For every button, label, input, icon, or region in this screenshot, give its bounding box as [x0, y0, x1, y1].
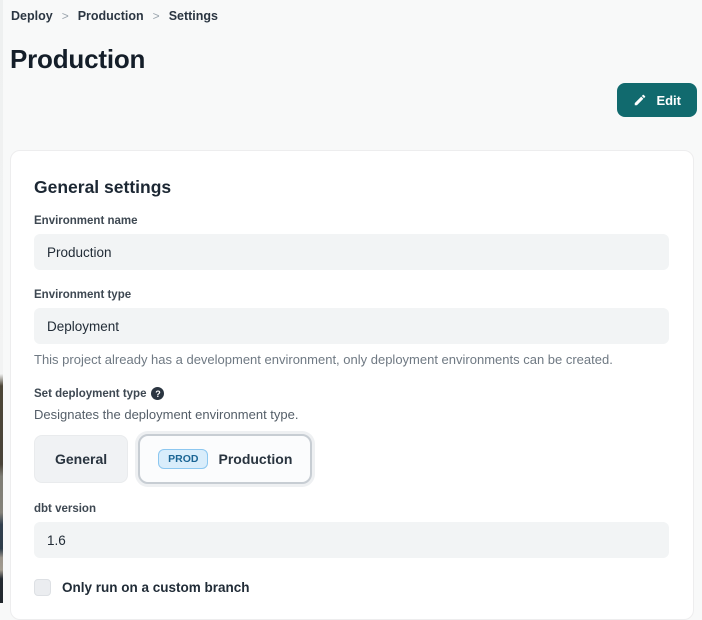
deployment-type-option-production[interactable]: PROD Production	[138, 434, 312, 484]
deployment-type-label-row: Set deployment type ?	[34, 387, 669, 400]
deployment-type-label: Set deployment type	[34, 388, 146, 400]
environment-type-label: Environment type	[34, 289, 669, 301]
option-production-label: Production	[218, 451, 292, 467]
help-icon[interactable]: ?	[151, 387, 164, 400]
breadcrumb: Deploy > Production > Settings	[11, 9, 218, 23]
custom-branch-label[interactable]: Only run on a custom branch	[62, 580, 250, 595]
chevron-right-icon: >	[62, 9, 69, 23]
deployment-type-description: Designates the deployment environment ty…	[34, 407, 669, 422]
page-title: Production	[10, 44, 145, 75]
environment-type-helper: This project already has a development e…	[34, 352, 669, 367]
pencil-icon	[633, 93, 647, 107]
environment-type-input[interactable]	[34, 308, 669, 344]
dbt-version-input[interactable]	[34, 522, 669, 558]
edit-button-label: Edit	[656, 93, 681, 108]
deployment-type-options: General PROD Production	[34, 434, 669, 484]
breadcrumb-production[interactable]: Production	[78, 9, 144, 23]
custom-branch-checkbox[interactable]	[34, 579, 51, 596]
deployment-type-option-general[interactable]: General	[34, 435, 128, 483]
environment-name-label: Environment name	[34, 215, 669, 227]
chevron-right-icon: >	[153, 9, 160, 23]
custom-branch-row: Only run on a custom branch	[34, 579, 669, 596]
prod-badge: PROD	[158, 449, 208, 469]
section-heading: General settings	[34, 177, 669, 198]
breadcrumb-deploy[interactable]: Deploy	[11, 9, 53, 23]
dbt-version-label: dbt version	[34, 503, 669, 515]
edit-button[interactable]: Edit	[617, 83, 697, 117]
breadcrumb-settings[interactable]: Settings	[169, 9, 218, 23]
window-edge-artifact	[0, 0, 3, 603]
environment-name-input[interactable]	[34, 234, 669, 270]
option-general-label: General	[55, 451, 107, 467]
general-settings-card: General settings Environment name Enviro…	[10, 150, 694, 620]
